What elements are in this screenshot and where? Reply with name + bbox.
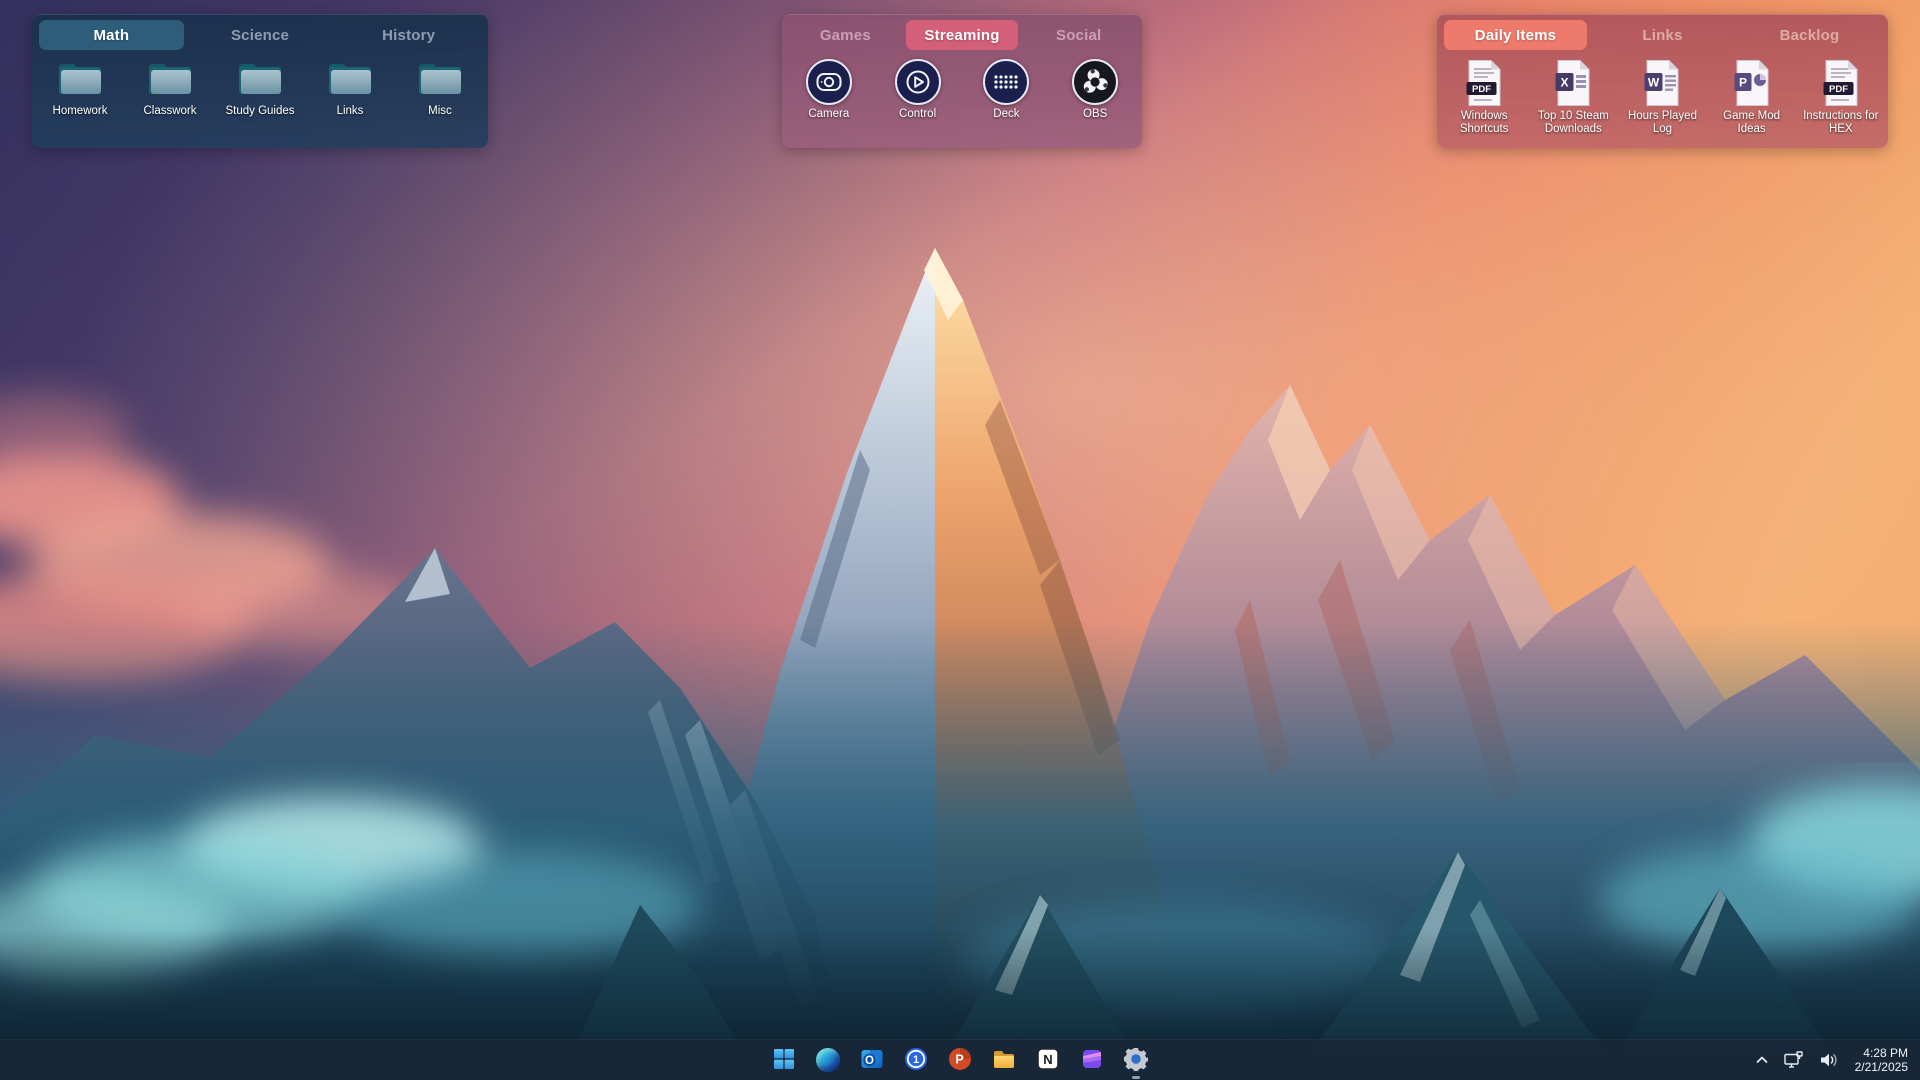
tray-time: 4:28 PM [1863, 1046, 1908, 1061]
tab-games[interactable]: Games [789, 20, 902, 50]
fence-items: Camera Control Deck [782, 52, 1142, 121]
tab-daily-items[interactable]: Daily Items [1444, 20, 1587, 50]
svg-text:N: N [1043, 1052, 1052, 1067]
taskbar-clipchamp-button[interactable] [1077, 1045, 1107, 1075]
powerpoint-icon: P [948, 1047, 972, 1074]
desktop-item-misc[interactable]: Misc [396, 59, 484, 118]
item-label: Control [899, 108, 936, 121]
fence-tabs: Daily Items Links Backlog [1437, 15, 1888, 52]
fence-panel-streaming: Games Streaming Social Camera Control [782, 14, 1142, 148]
desktop-item-hours-played-log[interactable]: W Hours Played Log [1618, 59, 1706, 136]
taskbar-app-icons: O 1 P N [769, 1040, 1151, 1080]
taskbar-settings-button[interactable] [1121, 1045, 1151, 1075]
item-label: Classwork [143, 105, 196, 118]
taskbar-1password-button[interactable]: 1 [901, 1045, 931, 1075]
tab-links[interactable]: Links [1591, 20, 1734, 50]
pdf-file-icon: PDF [1464, 59, 1504, 107]
fence-panel-daily: Daily Items Links Backlog PDF Windows Sh… [1437, 14, 1888, 148]
svg-text:X: X [1561, 76, 1569, 90]
obs-icon [1072, 59, 1118, 105]
svg-text:PDF: PDF [1472, 84, 1491, 95]
folder-icon [326, 59, 374, 102]
item-label: OBS [1083, 108, 1107, 121]
item-label: Deck [993, 108, 1019, 121]
deck-icon [983, 59, 1029, 105]
desktop-item-top-10-steam-downloads[interactable]: X Top 10 Steam Downloads [1529, 59, 1617, 136]
control-icon [895, 59, 941, 105]
settings-gear-icon [1124, 1047, 1148, 1074]
svg-text:W: W [1648, 76, 1660, 90]
svg-text:P: P [955, 1052, 963, 1066]
svg-text:P: P [1739, 76, 1747, 90]
taskbar-outlook-button[interactable]: O [857, 1045, 887, 1075]
desktop-item-study-guides[interactable]: Study Guides [216, 59, 304, 118]
edge-browser-icon [816, 1048, 840, 1072]
network-ethernet-icon[interactable] [1781, 1048, 1807, 1072]
taskbar-powerpoint-button[interactable]: P [945, 1045, 975, 1075]
pdf-file-icon: PDF [1821, 59, 1861, 107]
clipchamp-icon [1080, 1047, 1104, 1074]
desktop-item-homework[interactable]: Homework [36, 59, 124, 118]
desktop-item-game-mod-ideas[interactable]: P Game Mod Ideas [1708, 59, 1796, 136]
powerpoint-file-icon: P [1732, 59, 1772, 107]
desktop-item-control[interactable]: Control [874, 59, 962, 121]
desktop-item-links[interactable]: Links [306, 59, 394, 118]
taskbar-edge-button[interactable] [813, 1045, 843, 1075]
desktop-item-windows-shortcuts[interactable]: PDF Windows Shortcuts [1440, 59, 1528, 136]
svg-text:1: 1 [913, 1054, 919, 1066]
taskbar-clock[interactable]: 4:28 PM 2/21/2025 [1851, 1046, 1912, 1075]
folder-icon [236, 59, 284, 102]
one-password-icon: 1 [904, 1047, 928, 1074]
excel-file-icon: X [1553, 59, 1593, 107]
item-label: Instructions for HEX [1799, 110, 1883, 136]
outlook-icon: O [860, 1047, 884, 1074]
fence-panel-school: Math Science History Homework Classwork … [32, 14, 488, 148]
item-label: Links [337, 105, 364, 118]
file-explorer-icon [992, 1047, 1016, 1074]
tray-date: 2/21/2025 [1855, 1060, 1908, 1075]
system-tray: 4:28 PM 2/21/2025 [1752, 1040, 1912, 1080]
windows-start-icon [772, 1047, 796, 1074]
desktop-item-classwork[interactable]: Classwork [126, 59, 214, 118]
folder-icon [56, 59, 104, 102]
camera-icon [806, 59, 852, 105]
taskbar-file-explorer-button[interactable] [989, 1045, 1019, 1075]
tab-social[interactable]: Social [1022, 20, 1135, 50]
folder-icon [416, 59, 464, 102]
item-label: Camera [808, 108, 849, 121]
notion-icon: N [1036, 1047, 1060, 1074]
desktop-item-obs[interactable]: OBS [1051, 59, 1139, 121]
item-label: Top 10 Steam Downloads [1531, 110, 1615, 136]
taskbar-start-button[interactable] [769, 1045, 799, 1075]
fence-items: Homework Classwork Study Guides Links Mi… [32, 52, 488, 118]
folder-icon [146, 59, 194, 102]
item-label: Game Mod Ideas [1710, 110, 1794, 136]
taskbar-notion-button[interactable]: N [1033, 1045, 1063, 1075]
desktop-item-camera[interactable]: Camera [785, 59, 873, 121]
desktop-item-deck[interactable]: Deck [962, 59, 1050, 121]
desktop-item-instructions-for-hex[interactable]: PDF Instructions for HEX [1797, 59, 1885, 136]
word-file-icon: W [1642, 59, 1682, 107]
tab-science[interactable]: Science [188, 20, 333, 50]
item-label: Hours Played Log [1620, 110, 1704, 136]
volume-speaker-icon[interactable] [1816, 1048, 1842, 1072]
tab-streaming[interactable]: Streaming [906, 20, 1019, 50]
fence-tabs: Math Science History [32, 15, 488, 52]
svg-text:O: O [865, 1055, 874, 1067]
tab-backlog[interactable]: Backlog [1738, 20, 1881, 50]
fence-items: PDF Windows Shortcuts X Top 10 Steam Dow… [1437, 52, 1888, 136]
tab-history[interactable]: History [336, 20, 481, 50]
item-label: Windows Shortcuts [1442, 110, 1526, 136]
svg-text:PDF: PDF [1829, 84, 1848, 95]
item-label: Study Guides [225, 105, 294, 118]
item-label: Homework [53, 105, 108, 118]
taskbar: O 1 P N [0, 1039, 1920, 1080]
tab-math[interactable]: Math [39, 20, 184, 50]
tray-chevron-up-icon[interactable] [1752, 1050, 1772, 1070]
desktop: Math Science History Homework Classwork … [0, 0, 1920, 1080]
running-app-indicator [1132, 1076, 1140, 1079]
fence-tabs: Games Streaming Social [782, 15, 1142, 52]
item-label: Misc [428, 105, 452, 118]
mountain-sunset-wallpaper [0, 0, 1920, 1080]
